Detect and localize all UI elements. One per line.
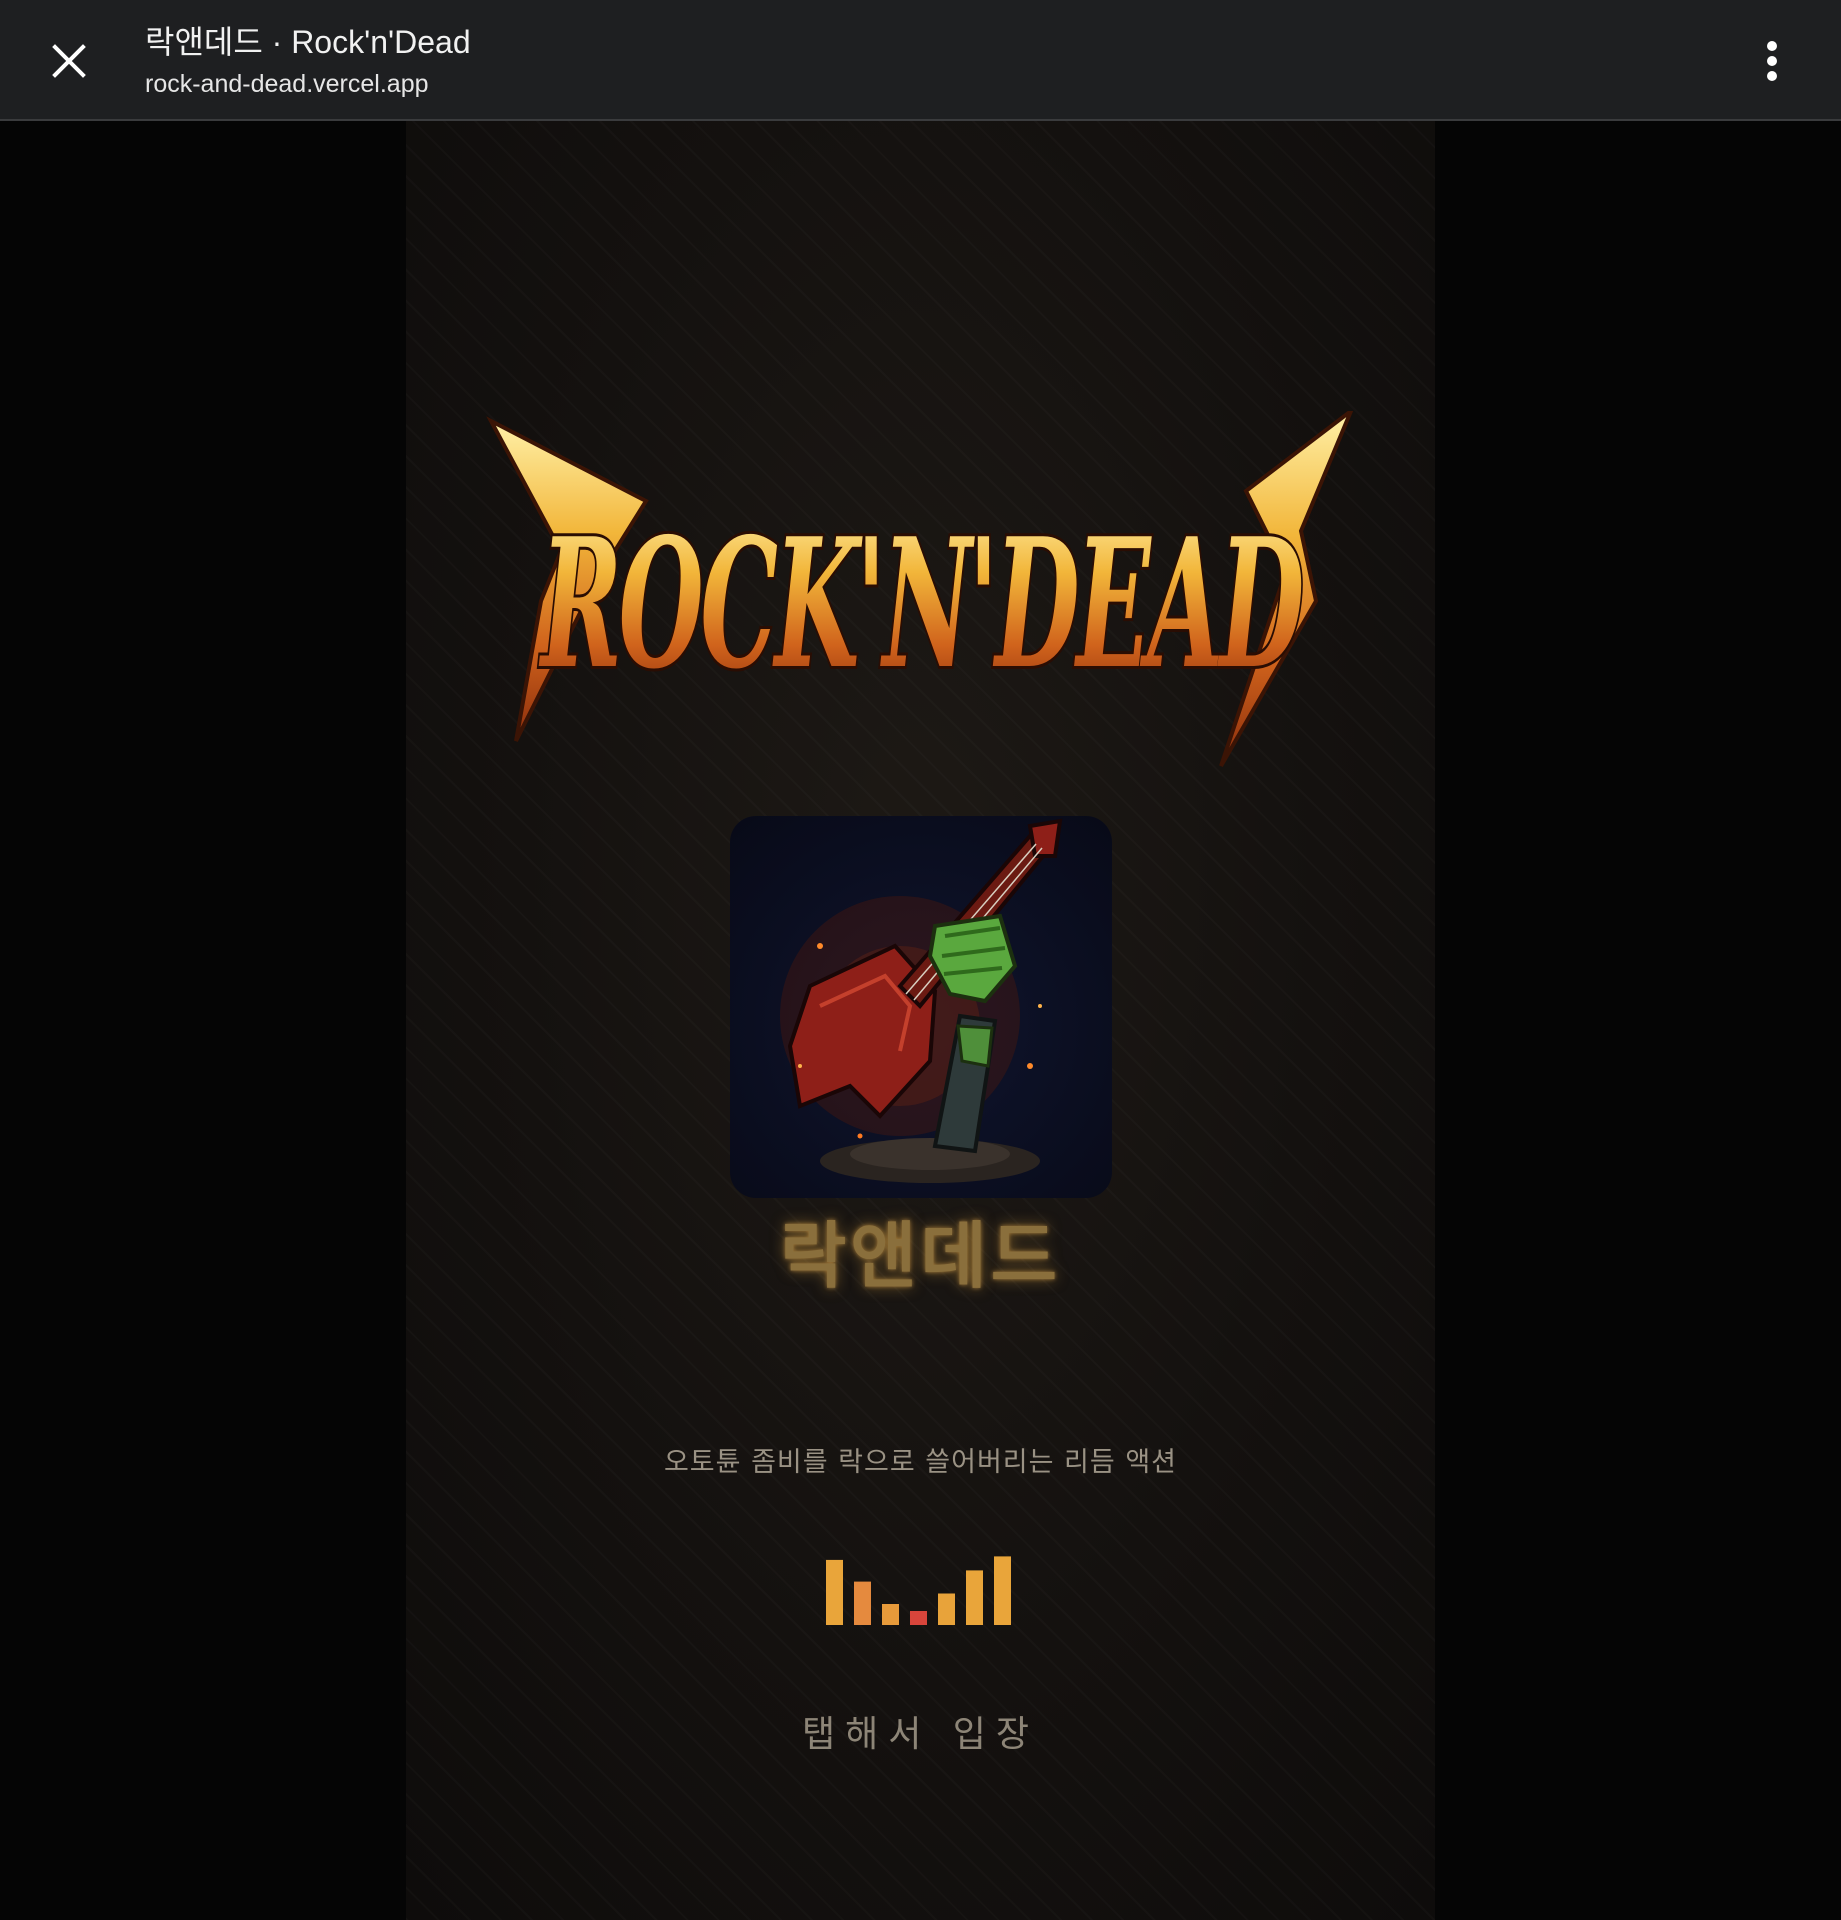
equalizer-bar [938, 1593, 955, 1625]
game-tagline: 오토튠 좀비를 락으로 쓸어버리는 리듬 액션 [663, 1447, 1178, 1478]
equalizer-bar [966, 1570, 983, 1625]
equalizer-bar [994, 1556, 1011, 1625]
rock-n-dead-logo: ROCK'N'DEAD [486, 411, 1354, 767]
equalizer-icon [826, 1556, 1011, 1625]
equalizer-bar [910, 1611, 927, 1625]
more-options-button[interactable] [1744, 30, 1800, 92]
more-vertical-icon [1767, 41, 1777, 81]
equalizer-bar [882, 1604, 899, 1625]
game-start-screen[interactable]: ROCK'N'DEAD 락앤데드 오토튠 좀비를 락으로 쓸어버리는 리듬 액션… [406, 121, 1435, 1920]
tab-title-block: 락앤데드 · Rock'n'Dead rock-and-dead.vercel.… [145, 20, 471, 102]
equalizer-bar [826, 1559, 843, 1625]
page-title: 락앤데드 · Rock'n'Dead [145, 24, 471, 60]
close-icon [52, 44, 86, 78]
equalizer-bar [854, 1581, 871, 1625]
logo-lettering: ROCK'N'DEAD [538, 499, 1304, 708]
page-url: rock-and-dead.vercel.app [145, 70, 429, 98]
close-button[interactable] [38, 30, 100, 92]
browser-header: 락앤데드 · Rock'n'Dead rock-and-dead.vercel.… [0, 0, 1841, 121]
tap-to-enter-button[interactable]: 탭해서 입장 [406, 1711, 1435, 1759]
game-title-korean: 락앤데드 [780, 1214, 1061, 1298]
zombie-hand-guitar-icon [780, 818, 1063, 1183]
key-art [730, 816, 1112, 1198]
